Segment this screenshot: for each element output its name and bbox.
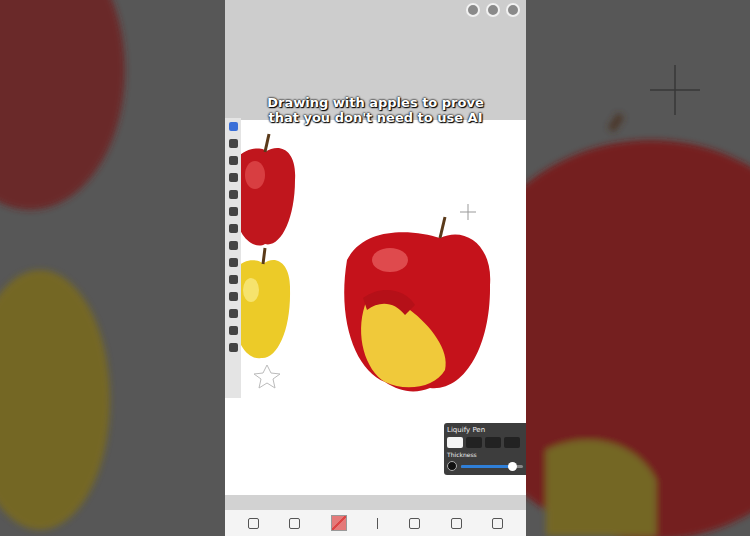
tool-icon[interactable] — [229, 258, 238, 267]
tool-icon[interactable] — [229, 241, 238, 250]
thickness-label: Thickness — [447, 451, 523, 458]
camera-icon[interactable] — [466, 3, 480, 17]
blurred-background-right — [526, 0, 750, 536]
layers-icon[interactable] — [492, 518, 503, 529]
tool-icon[interactable] — [229, 224, 238, 233]
tool-icon[interactable] — [229, 190, 238, 199]
video-caption: Drawing with apples to prove that you do… — [255, 96, 496, 126]
tool-icon[interactable] — [229, 156, 238, 165]
brush-settings-icon[interactable] — [248, 518, 259, 529]
liquify-panel: Liquify Pen Thickness — [444, 423, 526, 475]
fullscreen-icon[interactable] — [486, 3, 500, 17]
edited-apple[interactable] — [344, 217, 490, 391]
yellow-apple[interactable] — [235, 248, 290, 358]
redo-icon[interactable] — [451, 518, 462, 529]
tool-icon[interactable] — [229, 207, 238, 216]
settings-icon[interactable] — [506, 3, 520, 17]
tool-toolbar — [225, 118, 241, 398]
crosshair-icon — [460, 204, 476, 220]
mode-button[interactable] — [504, 437, 520, 448]
down-arrow-icon[interactable] — [377, 518, 379, 529]
tool-icon[interactable] — [229, 275, 238, 284]
blurred-apples-picture — [0, 0, 225, 536]
tool-icon[interactable] — [229, 309, 238, 318]
star-icon — [254, 365, 280, 388]
tool-icon[interactable] — [229, 326, 238, 335]
blurred-apple-picture — [526, 0, 750, 536]
panel-title: Liquify Pen — [447, 426, 523, 434]
minus-icon[interactable] — [447, 461, 457, 471]
color-swatch[interactable] — [331, 515, 347, 531]
red-apple[interactable] — [235, 134, 295, 246]
undo-icon[interactable] — [409, 518, 420, 529]
mode-button[interactable] — [466, 437, 482, 448]
bottom-toolbar — [225, 510, 526, 536]
mode-button[interactable] — [447, 437, 463, 448]
tool-icon[interactable] — [229, 173, 238, 182]
tool-icon[interactable] — [229, 292, 238, 301]
thickness-slider[interactable] — [461, 465, 523, 468]
tool-icon[interactable] — [229, 139, 238, 148]
blurred-background-left — [0, 0, 225, 536]
drawing-canvas[interactable]: Liquify Pen Thickness — [225, 120, 526, 495]
material-icon[interactable] — [289, 518, 300, 529]
status-strip — [225, 495, 526, 510]
app-screen: Liquify Pen Thickness Drawing with apple… — [225, 0, 526, 536]
video-frame: Liquify Pen Thickness Drawing with apple… — [0, 0, 750, 536]
mode-button[interactable] — [485, 437, 501, 448]
tool-icon[interactable] — [229, 122, 238, 131]
tool-icon[interactable] — [229, 343, 238, 352]
